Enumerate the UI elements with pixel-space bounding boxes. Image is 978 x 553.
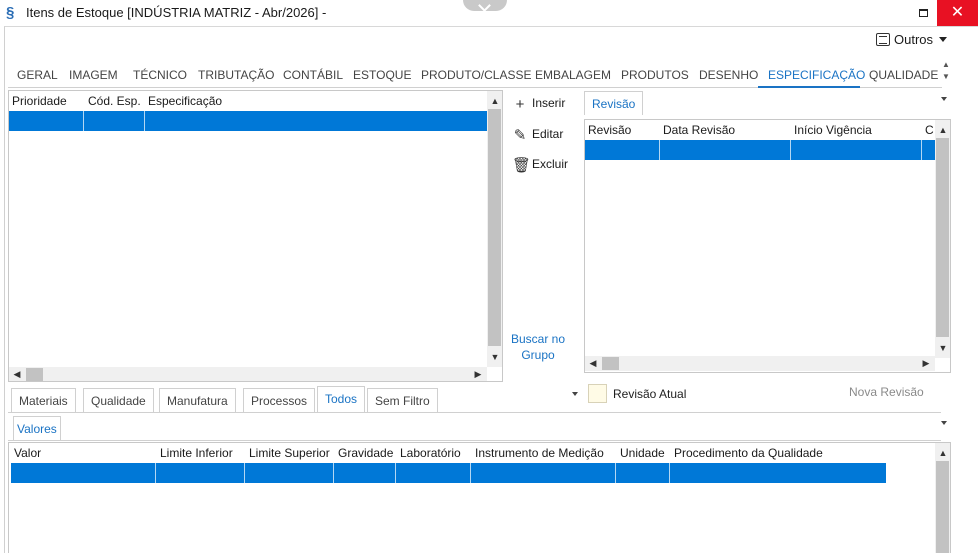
tab-revisao[interactable]: Revisão [584,91,644,115]
horizontal-scrollbar[interactable]: ◀ ▶ [9,367,487,381]
main-tab-bar: GERAL IMAGEM TÉCNICO TRIBUTAÇÃO CONTÁBIL… [8,62,942,88]
delete-label: Excluir [532,157,569,171]
column-header-revisao[interactable]: Revisão [588,120,631,140]
tab-materiais[interactable]: Materiais [11,388,76,412]
tab-todos[interactable]: Todos [317,386,366,412]
chevron-down-icon [939,37,948,42]
column-header-cod-esp[interactable]: Cód. Esp. [88,91,141,111]
insert-label: Inserir [532,96,566,110]
tabs-scroll-up-icon[interactable]: ▲ [942,60,950,69]
revision-grid[interactable]: Revisão Data Revisão Início Vigência C ▲… [584,119,951,373]
tab-valores[interactable]: Valores [13,416,61,440]
column-header-unidade[interactable]: Unidade [620,443,665,463]
scroll-thumb[interactable] [26,368,43,381]
scroll-up-icon[interactable]: ▲ [936,446,950,460]
current-revision-label: Revisão Atual [613,387,687,401]
edit-label: Editar [532,127,564,141]
scroll-thumb[interactable] [602,357,619,370]
tab-embalagem[interactable]: EMBALAGEM [535,68,611,82]
tab-desenho[interactable]: DESENHO [699,68,758,82]
insert-button[interactable]: + Inserir [512,96,566,113]
tab-manufatura[interactable]: Manufatura [159,388,236,412]
table-row-selected[interactable] [9,111,487,131]
sub-tab-divider [8,412,941,413]
values-grid[interactable]: Valor Limite Inferior Limite Superior Gr… [8,442,951,553]
tab-imagem[interactable]: IMAGEM [69,68,118,82]
tab-tecnico[interactable]: TÉCNICO [133,68,187,82]
panel-menu-caret-icon[interactable] [941,97,947,101]
column-header-instrumento[interactable]: Instrumento de Medição [475,443,604,463]
scroll-thumb[interactable] [936,138,949,337]
column-header-valor[interactable]: Valor [14,443,41,463]
delete-button[interactable]: 🗑Excluir [512,156,568,174]
vertical-scrollbar[interactable]: ▲ ▼ [935,120,950,358]
column-header-especificacao[interactable]: Especificação [148,91,222,111]
column-header-laboratorio[interactable]: Laboratório [400,443,461,463]
tab-processos[interactable]: Processos [243,388,316,412]
specification-grid[interactable]: Prioridade Cód. Esp. Especificação ▲ ▼ ◀… [8,90,503,382]
values-menu-caret-icon[interactable] [941,421,947,425]
scroll-down-icon[interactable]: ▼ [488,350,502,364]
search-group-link[interactable]: Buscar no Grupo [507,331,569,363]
table-row-selected[interactable] [585,140,935,160]
tab-produtos[interactable]: PRODUTOS [621,68,689,82]
window-title: Itens de Estoque [INDÚSTRIA MATRIZ - Abr… [26,5,327,20]
vertical-scrollbar[interactable]: ▲ [935,443,950,553]
tab-geral[interactable]: GERAL [17,68,58,82]
scroll-up-icon[interactable]: ▲ [936,123,950,137]
maximize-button[interactable] [919,9,928,17]
current-revision-checkbox[interactable] [588,384,607,403]
column-header-data-revisao[interactable]: Data Revisão [663,120,735,140]
horizontal-scrollbar[interactable]: ◀ ▶ [585,356,935,371]
scroll-down-icon[interactable]: ▼ [936,341,950,355]
edit-icon: ✎ [513,127,527,144]
title-dropdown-toggle[interactable] [463,0,507,11]
revision-options-caret-icon[interactable] [572,392,578,396]
tab-qualidade-filter[interactable]: Qualidade [83,388,154,412]
app-logo-icon: § [6,4,15,21]
column-header-limite-superior[interactable]: Limite Superior [249,443,330,463]
close-icon: ✕ [950,4,965,21]
tab-qualidade[interactable]: QUALIDADE [869,68,938,82]
title-bar: § Itens de Estoque [INDÚSTRIA MATRIZ - A… [0,0,978,26]
column-header-gravidade[interactable]: Gravidade [338,443,393,463]
column-header-limite-inferior[interactable]: Limite Inferior [160,443,233,463]
tab-produto-classe[interactable]: PRODUTO/CLASSE [421,68,531,82]
tab-sem-filtro[interactable]: Sem Filtro [367,388,438,412]
column-header-prioridade[interactable]: Prioridade [12,91,67,111]
edit-button[interactable]: ✎ Editar [512,126,564,144]
active-tab-indicator [758,86,860,88]
scroll-thumb[interactable] [488,109,501,346]
list-icon [876,33,890,46]
plus-icon: + [515,96,525,113]
scroll-left-icon[interactable]: ◀ [586,356,600,370]
trash-icon: 🗑 [512,157,532,174]
tab-contabil[interactable]: CONTÁBIL [283,68,343,82]
column-header-c[interactable]: C [925,120,934,140]
tab-tributacao[interactable]: TRIBUTAÇÃO [198,68,274,82]
scroll-left-icon[interactable]: ◀ [10,367,24,381]
tab-especificacao[interactable]: ESPECIFICAÇÃO [768,68,865,82]
new-revision-button[interactable]: Nova Revisão [849,385,924,399]
column-header-procedimento[interactable]: Procedimento da Qualidade [674,443,823,463]
column-header-inicio-vigencia[interactable]: Início Vigência [794,120,872,140]
scroll-right-icon[interactable]: ▶ [919,356,933,370]
scroll-right-icon[interactable]: ▶ [471,367,485,381]
outros-menu-button[interactable]: Outros [876,32,948,50]
outros-label: Outros [894,32,934,47]
tab-estoque[interactable]: ESTOQUE [353,68,411,82]
table-row-selected[interactable] [11,463,886,483]
close-button[interactable]: ✕ [937,0,978,26]
values-divider [8,440,941,441]
scroll-up-icon[interactable]: ▲ [488,94,502,108]
scroll-thumb[interactable] [936,461,949,553]
vertical-scrollbar[interactable]: ▲ ▼ [487,91,502,367]
tabs-scroll-down-icon[interactable]: ▼ [942,72,950,81]
